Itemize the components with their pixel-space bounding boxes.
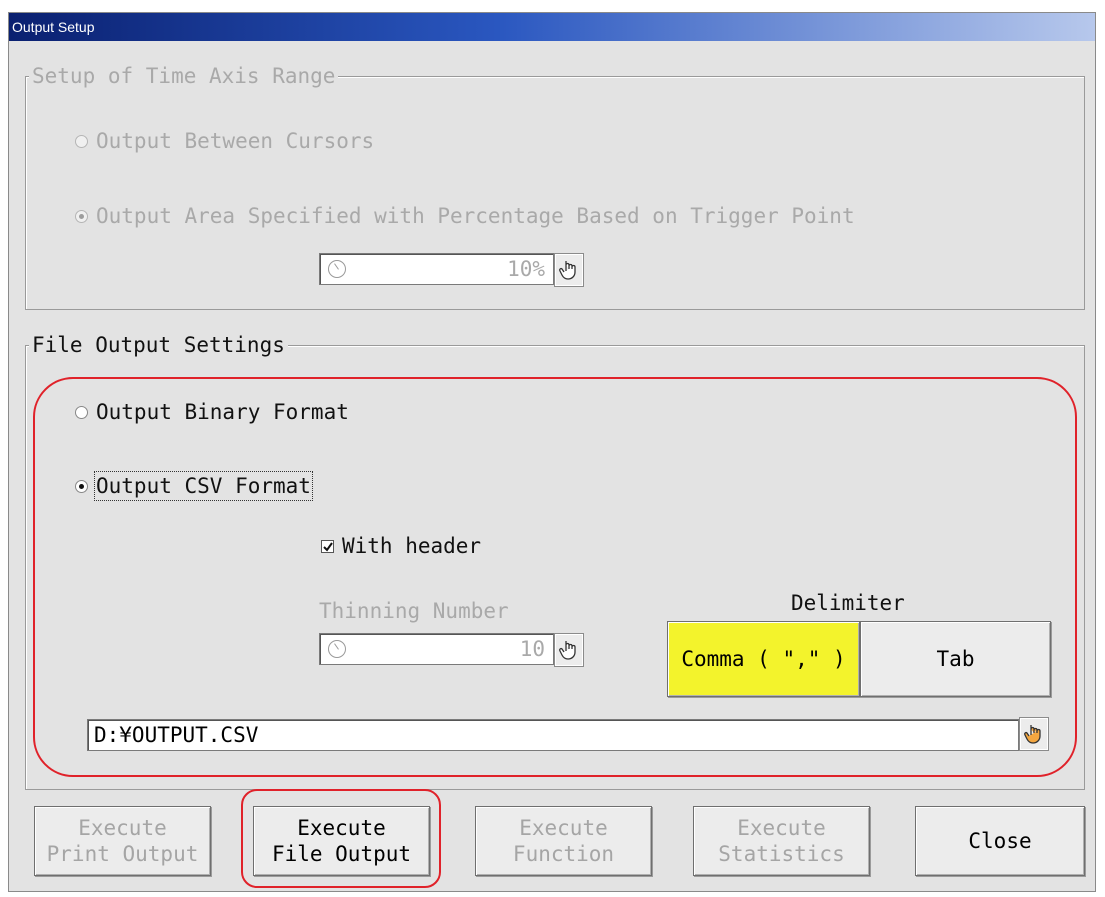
execute-print-output-button[interactable]: Execute Print Output — [34, 806, 211, 876]
checkmark-icon — [323, 541, 333, 552]
radio-label: Output Area Specified with Percentage Ba… — [96, 204, 855, 228]
hand-pointer-icon — [559, 641, 576, 660]
percentage-value: 10% — [507, 257, 545, 281]
radio-label: Output Between Cursors — [96, 129, 375, 153]
dial-icon — [328, 640, 346, 658]
execute-file-output-button[interactable]: Execute File Output — [253, 806, 430, 876]
execute-statistics-button[interactable]: Execute Statistics — [693, 806, 870, 876]
delimiter-label: Delimiter — [791, 591, 905, 615]
percentage-hand-button[interactable] — [554, 253, 584, 287]
execute-function-button[interactable]: Execute Function — [475, 806, 652, 876]
close-button[interactable]: Close — [915, 806, 1085, 876]
hand-pointer-icon — [1024, 725, 1041, 744]
thinning-number-spinbox[interactable]: 10 — [319, 633, 554, 665]
file-output-legend: File Output Settings — [29, 333, 288, 357]
percentage-spinbox[interactable]: 10% — [319, 253, 554, 285]
radio-output-csv[interactable]: Output CSV Format — [75, 471, 313, 501]
radio-indicator — [75, 479, 88, 493]
radio-label: Output CSV Format — [94, 471, 313, 501]
path-hand-button[interactable] — [1019, 717, 1049, 751]
radio-indicator — [75, 209, 88, 223]
delimiter-tab-button[interactable]: Tab — [860, 621, 1051, 697]
dial-icon — [328, 260, 346, 278]
thinning-hand-button[interactable] — [554, 633, 584, 667]
with-header-checkbox[interactable]: With header — [321, 533, 481, 559]
output-setup-dialog: Output Setup Setup of Time Axis Range Ou… — [8, 12, 1096, 892]
thinning-number-value: 10 — [519, 637, 545, 661]
radio-output-between-cursors[interactable]: Output Between Cursors — [75, 128, 374, 154]
hand-pointer-icon — [559, 261, 576, 280]
window-title: Output Setup — [9, 13, 1095, 41]
thinning-number-label: Thinning Number — [319, 599, 509, 623]
time-axis-legend: Setup of Time Axis Range — [29, 64, 339, 88]
delimiter-comma-button[interactable]: Comma ( "," ) — [667, 621, 860, 697]
radio-indicator — [75, 405, 88, 419]
radio-indicator — [75, 134, 88, 148]
checkbox-indicator — [321, 539, 334, 553]
radio-label: Output Binary Format — [96, 400, 349, 424]
radio-output-binary[interactable]: Output Binary Format — [75, 399, 349, 425]
checkbox-label: With header — [342, 534, 482, 558]
radio-output-percentage[interactable]: Output Area Specified with Percentage Ba… — [75, 203, 855, 229]
output-path-field[interactable]: D:¥OUTPUT.CSV — [87, 719, 1019, 751]
